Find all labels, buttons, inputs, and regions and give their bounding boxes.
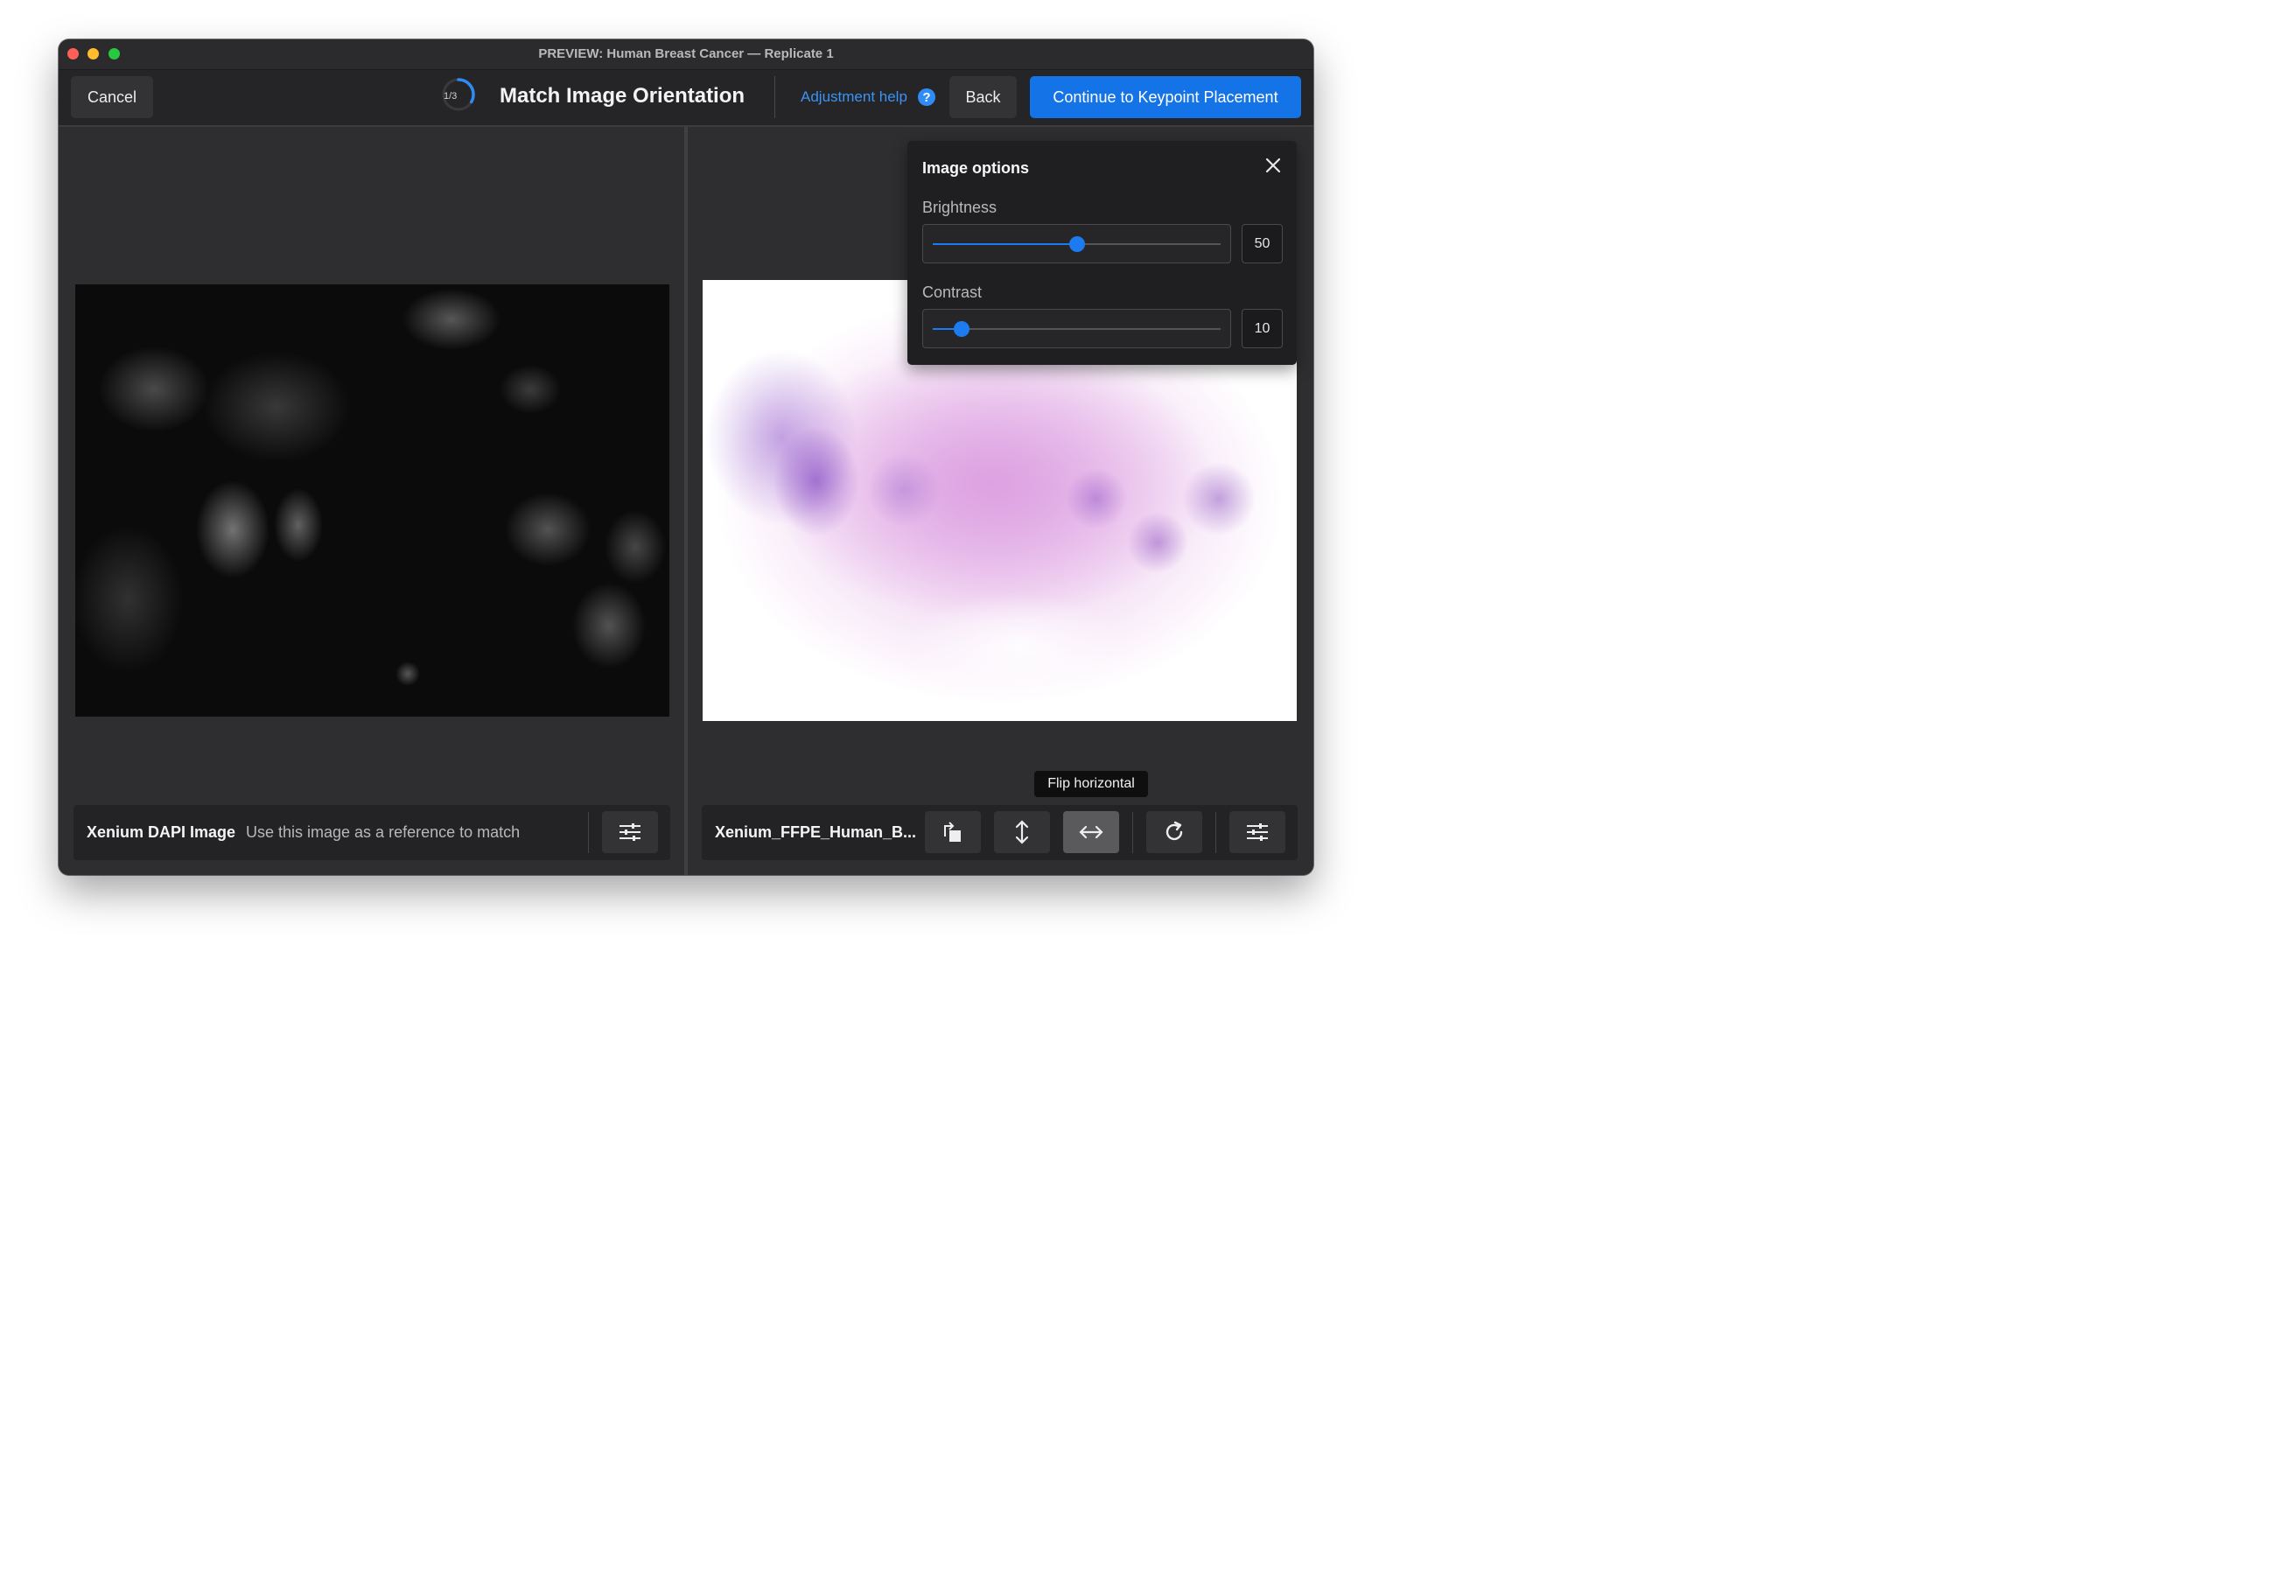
right-image-bar: Xenium_FFPE_Human_B... <box>702 805 1298 860</box>
adjustment-help-link[interactable]: Adjustment help <box>801 88 907 106</box>
cancel-button[interactable]: Cancel <box>71 76 153 118</box>
flip-horizontal-icon <box>1079 825 1103 839</box>
brightness-value[interactable]: 50 <box>1242 224 1283 263</box>
rotate-90-button[interactable] <box>925 811 981 853</box>
right-bar-divider-2 <box>1215 812 1216 853</box>
sliders-icon <box>620 823 640 841</box>
image-options-title: Image options <box>922 159 1030 177</box>
toolbar-divider <box>774 76 775 118</box>
rotate-square-icon <box>944 822 961 842</box>
flip-vertical-button[interactable] <box>994 811 1050 853</box>
left-image-options-button[interactable] <box>602 811 658 853</box>
window-title: PREVIEW: Human Breast Cancer — Replicate… <box>538 46 834 61</box>
question-circle-icon[interactable]: ? <box>918 88 935 106</box>
step-indicator: 1/3 <box>444 91 458 102</box>
left-bar-divider <box>588 812 589 853</box>
left-image-title: Xenium DAPI Image <box>87 823 236 841</box>
contrast-slider[interactable] <box>922 309 1231 348</box>
contrast-thumb[interactable] <box>953 321 970 337</box>
page-title: Match Image Orientation <box>500 84 746 108</box>
flip-horizontal-button[interactable] <box>1063 811 1119 853</box>
brightness-track <box>933 236 1221 252</box>
back-button[interactable]: Back <box>949 76 1017 118</box>
sliders-icon <box>1247 823 1268 841</box>
right-bar-divider-1 <box>1132 812 1133 853</box>
flip-vertical-icon <box>1015 820 1029 844</box>
right-image-options-button[interactable] <box>1229 811 1285 853</box>
contrast-track <box>933 321 1221 337</box>
dapi-image[interactable] <box>75 284 669 717</box>
left-image-bar: Xenium DAPI Image Use this image as a re… <box>74 805 670 860</box>
contrast-value[interactable]: 10 <box>1242 309 1283 348</box>
continue-button[interactable]: Continue to Keypoint Placement <box>1030 76 1301 118</box>
brightness-fill <box>933 243 1077 245</box>
flip-horizontal-tooltip: Flip horizontal <box>1034 771 1148 797</box>
panel-divider[interactable] <box>684 127 688 875</box>
brightness-thumb[interactable] <box>1068 236 1085 252</box>
title-bar: PREVIEW: Human Breast Cancer — Replicate… <box>59 39 1313 70</box>
brightness-label: Brightness <box>922 199 998 216</box>
toolbar: Cancel 1/3 Match Image Orientation Adjus… <box>59 70 1313 127</box>
image-options-panel: Image options Brightness 50 Contrast 10 <box>907 141 1297 365</box>
contrast-label: Contrast <box>922 284 983 301</box>
right-image-title: Xenium_FFPE_Human_B... <box>715 823 917 841</box>
close-icon[interactable] <box>1263 155 1284 176</box>
rotate-clockwise-button[interactable] <box>1146 811 1202 853</box>
rotate-clockwise-icon <box>1166 821 1183 841</box>
left-image-subtitle: Use this image as a reference to match <box>246 823 521 841</box>
brightness-slider[interactable] <box>922 224 1231 263</box>
workspace: Image options Brightness 50 Contrast 10 <box>59 127 1313 875</box>
app-window: PREVIEW: Human Breast Cancer — Replicate… <box>59 39 1313 875</box>
